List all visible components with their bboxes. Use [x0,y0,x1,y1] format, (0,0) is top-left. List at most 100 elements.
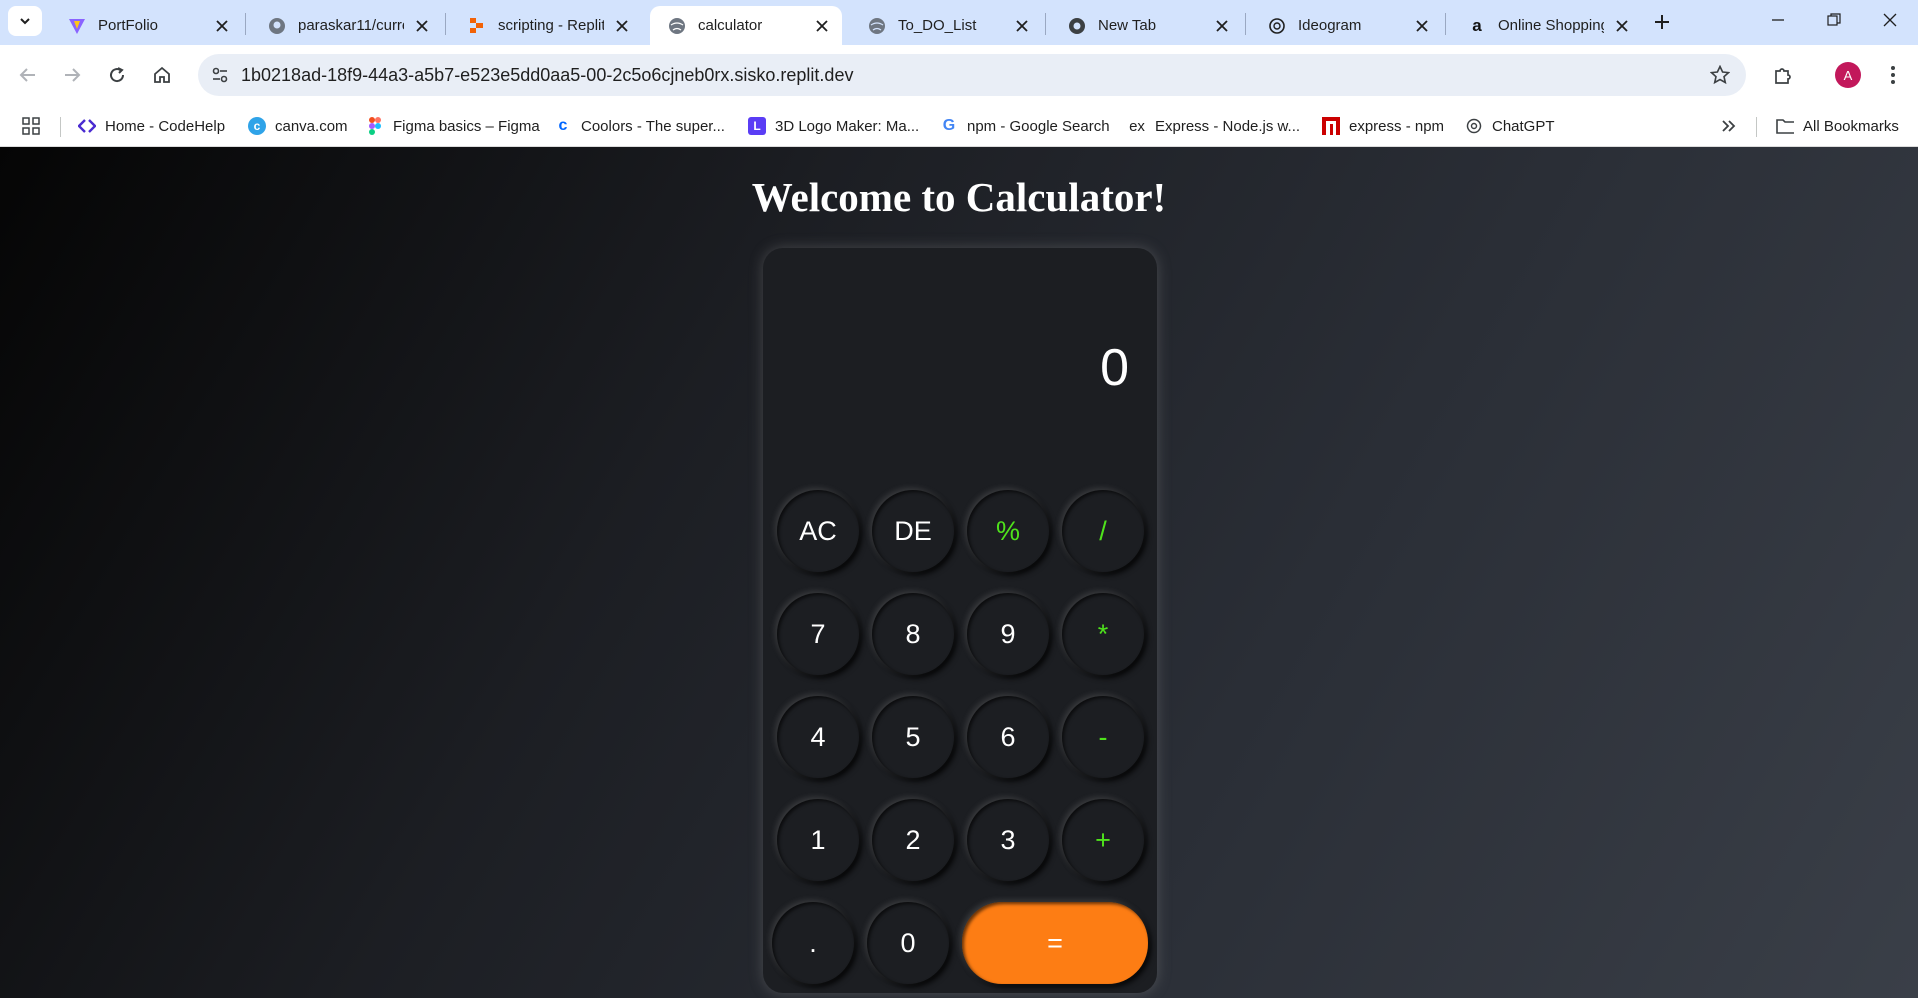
home-icon [154,66,170,83]
delete-button[interactable]: DE [872,490,954,572]
vite-logo-icon [68,17,86,35]
extensions-button[interactable] [1765,57,1801,93]
arrow-left-icon [19,68,35,82]
calculator-display: 0 [1100,339,1129,397]
equals-button[interactable]: = [962,902,1148,984]
digit-5-button[interactable]: 5 [872,696,954,778]
apps-button[interactable] [22,114,40,138]
minimize-button[interactable] [1750,0,1806,40]
bookmark-npm-google-search[interactable]: G npm - Google Search [940,114,1110,138]
tab-github[interactable]: paraskar11/curre [250,6,442,45]
url-text[interactable]: 1b0218ad-18f9-44a3-a5b7-e523e5dd0aa5-00-… [241,65,853,86]
tab-separator [1245,13,1246,35]
globe-icon [868,17,886,35]
tab-separator [1045,13,1046,35]
bookmark-3d-logo-maker[interactable]: L 3D Logo Maker: Ma... [748,114,919,138]
reload-button[interactable] [99,57,135,93]
codehelp-icon [78,117,96,135]
close-window-button[interactable] [1862,0,1918,40]
all-bookmarks-button[interactable]: All Bookmarks [1776,114,1899,138]
npm-icon [1322,117,1340,135]
multiply-button[interactable]: * [1062,593,1144,675]
close-icon [1883,13,1897,27]
restore-icon [1827,13,1841,26]
tab-title: paraskar11/curre [298,17,404,34]
tab-new-tab[interactable]: New Tab [1050,6,1242,45]
more-bookmarks-button[interactable] [1720,114,1736,138]
digit-1-button[interactable]: 1 [777,799,859,881]
digit-9-button[interactable]: 9 [967,593,1049,675]
star-icon [1710,65,1730,85]
bookmark-express-npm[interactable]: express - npm [1322,114,1444,138]
express-icon: ex [1129,117,1145,135]
bookmark-label: ChatGPT [1492,117,1555,135]
page-content: Welcome to Calculator! 0 AC DE % / 7 8 9… [0,147,1918,998]
calculator: 0 AC DE % / 7 8 9 * 4 5 6 - 1 2 3 + . 0 … [763,248,1157,993]
replit-icon [468,17,486,35]
tab-title: Ideogram [1298,17,1362,34]
menu-button[interactable] [1875,57,1911,93]
plus-icon [1655,15,1669,29]
close-icon[interactable] [612,16,632,36]
chevron-double-right-icon [1722,120,1736,132]
bookmarks-separator [60,117,61,137]
close-icon[interactable] [812,16,832,36]
digit-6-button[interactable]: 6 [967,696,1049,778]
back-button[interactable] [10,57,46,93]
close-icon[interactable] [412,16,432,36]
close-icon[interactable] [1412,16,1432,36]
tab-title: PortFolio [98,17,159,34]
globe-icon [668,17,686,35]
digit-0-button[interactable]: 0 [867,902,949,984]
close-icon[interactable] [1212,16,1232,36]
tab-ideogram[interactable]: Ideogram [1250,6,1442,45]
new-tab-button[interactable] [1648,8,1676,36]
close-icon[interactable] [212,16,232,36]
percent-button[interactable]: % [967,490,1049,572]
tab-strip: PortFolio paraskar11/curre scripting - R… [0,0,1918,45]
bookmark-chatgpt[interactable]: ChatGPT [1465,114,1555,138]
logo-maker-icon: L [748,117,766,135]
tab-search-button[interactable] [8,6,42,36]
digit-7-button[interactable]: 7 [777,593,859,675]
page-title: Welcome to Calculator! [751,174,1167,220]
address-bar[interactable]: 1b0218ad-18f9-44a3-a5b7-e523e5dd0aa5-00-… [198,54,1746,96]
bookmark-label: Home - CodeHelp [105,117,226,135]
tab-separator [245,13,246,35]
decimal-button[interactable]: . [772,902,854,984]
bookmark-label: canva.com [275,117,348,135]
forward-button[interactable] [54,57,90,93]
tab-calculator[interactable]: calculator [650,6,842,45]
amazon-icon: a [1472,15,1482,35]
home-button[interactable] [144,57,180,93]
close-icon[interactable] [1612,16,1632,36]
close-icon[interactable] [1012,16,1032,36]
bookmark-codehelp[interactable]: Home - CodeHelp [78,114,225,138]
ac-button[interactable]: AC [777,490,859,572]
bookmarks-bar: Home - CodeHelp c canva.com Figma basics… [0,105,1918,147]
tab-replit[interactable]: scripting - Replit [450,6,642,45]
bookmark-star-button[interactable] [1706,61,1734,89]
tab-separator [445,13,446,35]
tab-title: scripting - Replit [498,17,604,34]
plus-button[interactable]: + [1062,799,1144,881]
bookmark-figma[interactable]: Figma basics – Figma [366,114,540,138]
tab-amazon[interactable]: a Online Shopping [1450,6,1642,45]
tab-todo-list[interactable]: To_DO_List [850,6,1042,45]
digit-2-button[interactable]: 2 [872,799,954,881]
bookmark-coolors[interactable]: c Coolors - The super... [554,114,725,138]
divide-button[interactable]: / [1062,490,1144,572]
profile-avatar[interactable]: A [1835,62,1861,88]
site-info-button[interactable] [204,59,236,91]
chevron-down-icon [20,18,30,25]
tab-title: To_DO_List [898,17,977,34]
tab-portfolio[interactable]: PortFolio [50,6,242,45]
digit-3-button[interactable]: 3 [967,799,1049,881]
digit-8-button[interactable]: 8 [872,593,954,675]
minus-button[interactable]: - [1062,696,1144,778]
bookmark-express-nodejs[interactable]: ex Express - Node.js w... [1128,114,1300,138]
restore-button[interactable] [1806,0,1862,40]
google-icon: G [942,117,956,134]
bookmark-canva[interactable]: c canva.com [248,114,348,138]
digit-4-button[interactable]: 4 [777,696,859,778]
